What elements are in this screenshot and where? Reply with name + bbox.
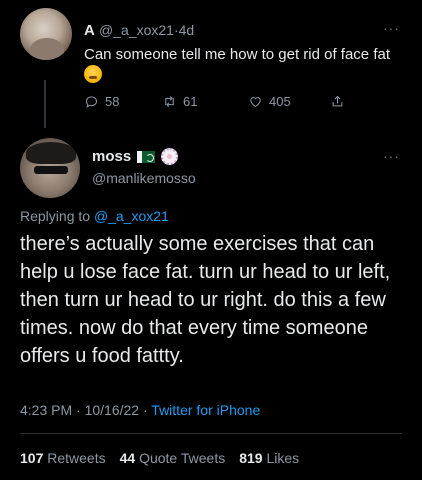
avatar-cap xyxy=(26,142,76,164)
parent-more-icon[interactable]: ··· xyxy=(383,20,400,36)
tweet-date[interactable]: 10/16/22 xyxy=(85,402,140,418)
tweet-metadata: 4:23 PM · 10/16/22 · Twitter for iPhone xyxy=(20,402,260,418)
avatar-glasses xyxy=(34,166,68,174)
author-avatar[interactable] xyxy=(20,138,80,198)
like-count: 405 xyxy=(269,94,291,109)
replying-to-handle-link[interactable]: @_a_xox21 xyxy=(94,208,169,224)
parent-timestamp[interactable]: 4d xyxy=(179,22,195,38)
pakistan-flag-icon xyxy=(137,150,156,163)
quote-tweets-stat[interactable]: 44 Quote Tweets xyxy=(120,450,226,466)
share-icon xyxy=(332,95,343,107)
tweet-text: there’s actually some exercises that can… xyxy=(20,233,391,367)
parent-author-name[interactable]: A xyxy=(84,22,95,39)
tweet-time[interactable]: 4:23 PM xyxy=(20,402,72,418)
crying-laughing-emoji-icon xyxy=(84,65,102,83)
like-button[interactable]: 405 xyxy=(248,94,291,109)
share-button[interactable] xyxy=(330,94,345,109)
parent-tweet-text: Can someone tell me how to get rid of fa… xyxy=(84,44,404,86)
author-name-row: moss xyxy=(92,148,179,165)
retweet-count: 61 xyxy=(183,94,198,109)
author-name[interactable]: moss xyxy=(92,148,131,165)
retweets-count: 107 xyxy=(20,450,44,466)
parent-avatar[interactable] xyxy=(20,8,72,60)
parent-tweet[interactable]: A @_a_xox21·4d ··· Can someone tell me h… xyxy=(0,0,422,128)
flower-emoji-icon xyxy=(161,148,179,165)
parent-author-handle[interactable]: @_a_xox21 xyxy=(99,22,174,38)
meta-separator-2: · xyxy=(142,402,148,418)
likes-stat[interactable]: 819 Likes xyxy=(239,450,299,466)
reply-button[interactable]: 58 xyxy=(84,94,119,109)
parent-tweet-text-content: Can someone tell me how to get rid of fa… xyxy=(84,46,390,63)
likes-count: 819 xyxy=(239,450,263,466)
more-options-icon[interactable]: ··· xyxy=(383,148,400,164)
tweet-source-link[interactable]: Twitter for iPhone xyxy=(151,402,260,418)
reply-count: 58 xyxy=(105,94,120,109)
likes-label: Likes xyxy=(266,450,300,466)
retweet-button[interactable]: 61 xyxy=(162,94,197,109)
retweets-stat[interactable]: 107 Retweets xyxy=(20,450,106,466)
author-handle[interactable]: @manlikemosso xyxy=(92,170,196,186)
thread-line xyxy=(44,80,46,128)
heart-icon xyxy=(250,97,261,108)
reply-icon xyxy=(85,96,98,108)
replying-to-label: Replying to xyxy=(20,208,91,224)
quote-tweets-count: 44 xyxy=(119,450,136,466)
parent-actions: 58 61 405 xyxy=(84,94,364,112)
meta-separator-1: · xyxy=(76,402,81,418)
engagement-stats: 107 Retweets 44 Quote Tweets 819 Likes xyxy=(20,450,299,466)
retweet-icon xyxy=(165,96,174,107)
retweets-label: Retweets xyxy=(47,450,106,466)
divider xyxy=(20,433,402,434)
replying-to: Replying to @_a_xox21 xyxy=(20,208,169,224)
quote-tweets-label: Quote Tweets xyxy=(139,450,226,466)
parent-header: A @_a_xox21·4d xyxy=(84,22,194,39)
